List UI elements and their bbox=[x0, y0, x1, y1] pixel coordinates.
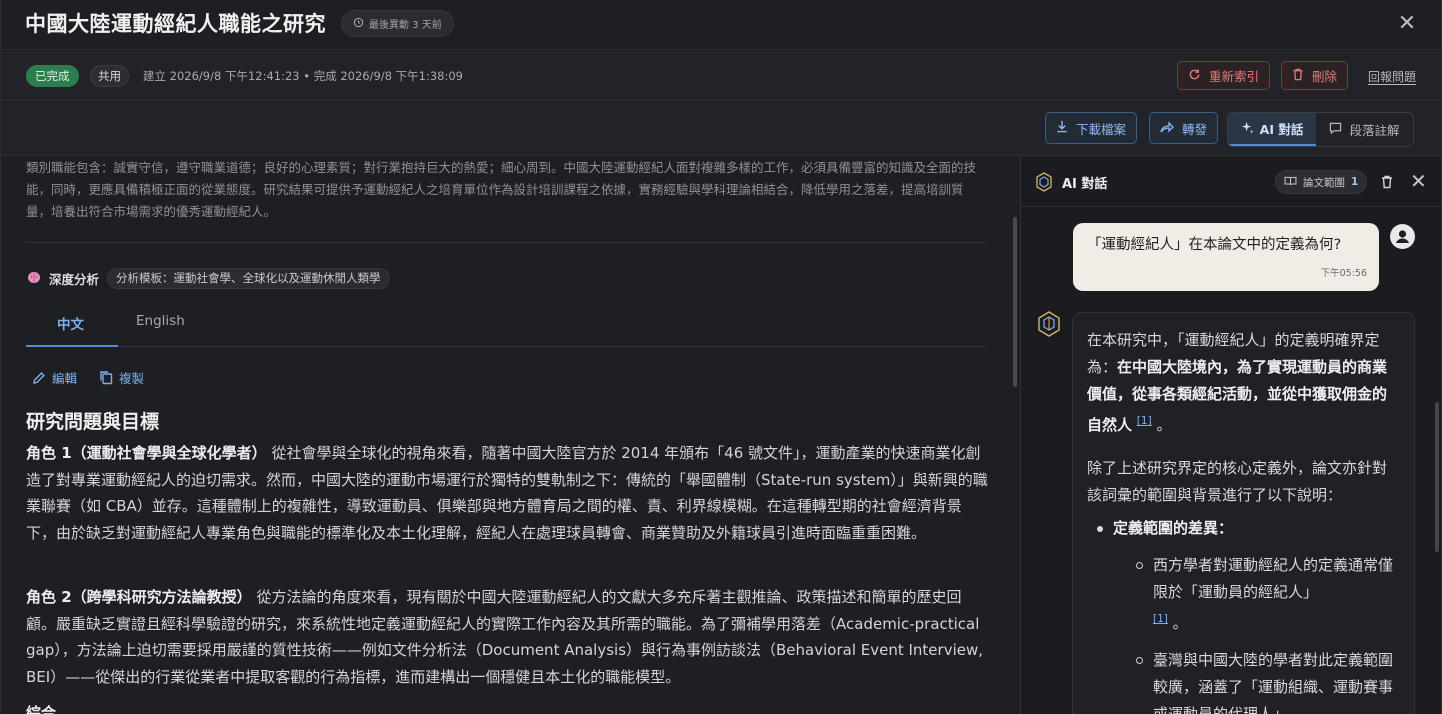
chat-title: AI 對話 bbox=[1062, 177, 1108, 192]
close-icon[interactable]: ✕ bbox=[1397, 13, 1417, 35]
role-1-lead: 角色 1（運動社會學與全球化學者） bbox=[26, 444, 267, 462]
download-icon bbox=[1056, 120, 1068, 136]
toolbar: 下載檔案 轉發 AI 對話 段落註解 bbox=[1, 102, 1441, 156]
report-link[interactable]: 回報問題 bbox=[1368, 68, 1416, 85]
meta-bar: 已完成 共用 建立 2026/9/8 下午12:41:23 • 完成 2026/… bbox=[1, 51, 1441, 101]
template-chip: 分析模板：運動社會學、全球化以及運動休閒人類學 bbox=[107, 268, 390, 289]
paragraph-role-2: 角色 2（跨學科研究方法論教授） 從方法論的角度來看，現有關於中國大陸運動經紀人… bbox=[26, 584, 988, 690]
download-button[interactable]: 下載檔案 bbox=[1045, 112, 1138, 144]
ai-chat-panel: AI 對話 論文範圍 1 ✕ 「運動經紀人」在本論文中的定義為何? 下午05:5… bbox=[1020, 157, 1442, 714]
subheading: 綜合 bbox=[26, 704, 57, 714]
chat-scrollbar[interactable] bbox=[1435, 402, 1439, 552]
citation-link[interactable]: [1] bbox=[1137, 415, 1152, 427]
sub-bullet-1: 西方學者對運動經紀人的定義通常僅限於「運動員的經紀人」 bbox=[1153, 556, 1394, 601]
bullet-heading: 定義範圍的差異： bbox=[1113, 519, 1234, 537]
view-toggle: AI 對話 段落註解 bbox=[1227, 112, 1414, 147]
download-label: 下載檔案 bbox=[1076, 121, 1127, 137]
share-icon bbox=[1160, 120, 1174, 136]
answer-end: 。 bbox=[1156, 416, 1172, 434]
book-icon bbox=[1284, 176, 1297, 189]
tab-english[interactable]: English bbox=[136, 313, 185, 329]
refresh-icon bbox=[1188, 68, 1201, 84]
reindex-button[interactable]: 重新索引 bbox=[1177, 61, 1271, 90]
role-2-lead: 角色 2（跨學科研究方法論教授） bbox=[26, 588, 252, 606]
section-heading: 研究問題與目標 bbox=[26, 411, 160, 433]
document-scrollbar[interactable] bbox=[1013, 217, 1017, 387]
copy-icon bbox=[99, 370, 113, 385]
list-item: 定義範圍的差異： bbox=[1097, 515, 1400, 542]
ai-avatar-icon bbox=[1037, 311, 1061, 341]
ai-logo-icon bbox=[1035, 172, 1053, 196]
ai-chat-label: AI 對話 bbox=[1259, 122, 1304, 137]
ai-chat-toggle[interactable]: AI 對話 bbox=[1228, 113, 1316, 146]
page-title: 中國大陸運動經紀人職能之研究 bbox=[25, 12, 326, 36]
document-pane: 類別職能包含：誠實守信，遵守職業道德；良好的心理素質；對行業抱持巨大的熱愛；細心… bbox=[1, 157, 1019, 714]
sub-bullet-1-end: 。 bbox=[1172, 614, 1188, 632]
user-message: 「運動經紀人」在本論文中的定義為何? 下午05:56 bbox=[1073, 223, 1379, 291]
divider bbox=[26, 242, 986, 243]
edit-button[interactable]: 編輯 bbox=[32, 368, 77, 387]
close-panel-icon[interactable]: ✕ bbox=[1410, 169, 1427, 193]
delete-button[interactable]: 刪除 bbox=[1281, 61, 1349, 90]
forward-label: 轉發 bbox=[1182, 121, 1208, 137]
chat-header: AI 對話 論文範圍 1 ✕ bbox=[1021, 157, 1442, 207]
scope-label: 論文範圍 bbox=[1303, 176, 1345, 189]
copy-button[interactable]: 複製 bbox=[99, 368, 144, 387]
ai-message: 在本研究中，「運動經紀人」的定義明確界定為：在中國大陸境內，為了實現運動員的商業… bbox=[1072, 312, 1415, 714]
forward-button[interactable]: 轉發 bbox=[1149, 112, 1219, 144]
brain-icon bbox=[27, 269, 41, 288]
timestamps: 建立 2026/9/8 下午12:41:23 • 完成 2026/9/8 下午1… bbox=[143, 69, 463, 83]
abstract-text: 類別職能包含：誠實守信，遵守職業道德；良好的心理素質；對行業抱持巨大的熱愛；細心… bbox=[26, 160, 977, 219]
user-message-time: 下午05:56 bbox=[1320, 268, 1367, 279]
history-icon bbox=[353, 17, 364, 31]
list-item: 西方學者對運動經紀人的定義通常僅限於「運動員的經紀人」 [1] 。 bbox=[1136, 552, 1400, 637]
edit-label: 編輯 bbox=[52, 371, 78, 386]
annotation-toggle[interactable]: 段落註解 bbox=[1316, 113, 1413, 146]
content-actions: 編輯 複製 bbox=[32, 368, 144, 387]
annotation-label: 段落註解 bbox=[1349, 123, 1400, 138]
paragraph-role-1: 角色 1（運動社會學與全球化學者） 從社會學與全球化的視角來看，隨著中國大陸官方… bbox=[26, 440, 988, 546]
paper-scope-chip[interactable]: 論文範圍 1 bbox=[1275, 170, 1368, 194]
language-tabs: 中文 English bbox=[26, 305, 986, 347]
user-message-text: 「運動經紀人」在本論文中的定義為何? bbox=[1087, 237, 1342, 253]
active-tab-indicator bbox=[26, 345, 118, 347]
scope-count: 1 bbox=[1351, 176, 1359, 188]
delete-label: 刪除 bbox=[1312, 69, 1338, 84]
user-avatar bbox=[1390, 224, 1415, 249]
app-window: 中國大陸運動經紀人職能之研究 最後異動 3 天前 ✕ 已完成 共用 建立 202… bbox=[0, 0, 1442, 714]
deep-analysis-header: 深度分析 分析模板：運動社會學、全球化以及運動休閒人類學 bbox=[27, 268, 390, 289]
clear-chat-icon[interactable] bbox=[1381, 174, 1393, 193]
trash-icon bbox=[1292, 68, 1304, 84]
tab-chinese[interactable]: 中文 bbox=[57, 313, 84, 333]
last-activity-chip: 最後異動 3 天前 bbox=[341, 10, 454, 37]
answer-definition: 在中國大陸境內，為了實現運動員的商業價值，從事各類經紀活動，並從中獲取佣金的自然… bbox=[1087, 358, 1388, 434]
deep-analysis-label: 深度分析 bbox=[49, 272, 100, 287]
header: 中國大陸運動經紀人職能之研究 最後異動 3 天前 ✕ bbox=[1, 0, 1441, 50]
sub-bullet-2: 臺灣與中國大陸的學者對此定義範圍較廣，涵蓋了「運動組織、運動賽事或運動員的代理人… bbox=[1153, 651, 1394, 714]
answer-paragraph-2: 除了上述研究界定的核心定義外，論文亦針對該詞彙的範圍與背景進行了以下說明： bbox=[1087, 459, 1388, 504]
last-activity-text: 最後異動 3 天前 bbox=[369, 20, 442, 31]
answer-paragraph-1: 在本研究中，「運動經紀人」的定義明確界定為：在中國大陸境內，為了實現運動員的商業… bbox=[1087, 327, 1400, 439]
sparkle-icon bbox=[1241, 121, 1254, 137]
share-badge: 共用 bbox=[90, 65, 129, 87]
pencil-icon bbox=[32, 371, 46, 385]
list-item: 臺灣與中國大陸的學者對此定義範圍較廣，涵蓋了「運動組織、運動賽事或運動員的代理人… bbox=[1136, 647, 1400, 714]
citation-link[interactable]: [1] bbox=[1153, 613, 1168, 625]
comment-icon bbox=[1329, 122, 1342, 137]
reindex-label: 重新索引 bbox=[1209, 69, 1260, 84]
copy-label: 複製 bbox=[119, 371, 145, 386]
status-badge: 已完成 bbox=[26, 65, 79, 87]
